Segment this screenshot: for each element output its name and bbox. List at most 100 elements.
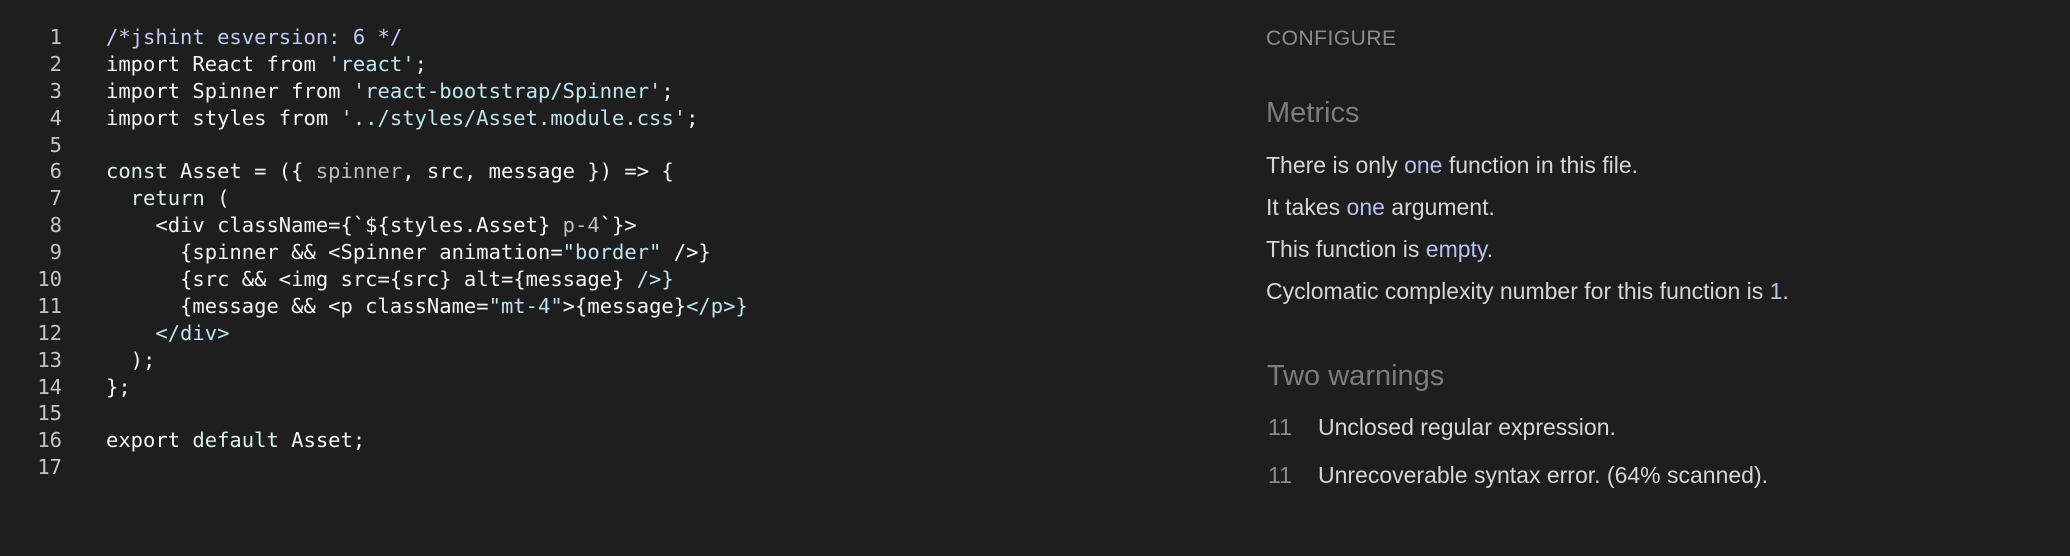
metric-text: .	[1486, 236, 1494, 262]
code-text: const Asset = ({ spinner, src, message }…	[106, 158, 674, 185]
code-editor[interactable]: 1 /*jshint esversion: 6 */ 2 import React f…	[0, 0, 1230, 556]
line-number: 9	[49, 240, 62, 265]
metric-text: Cyclomatic complexity number for this fu…	[1266, 278, 1770, 304]
code-line[interactable]: 1 /*jshint esversion: 6 */	[0, 24, 1230, 51]
code-line[interactable]: 12 </div>	[0, 320, 1230, 347]
code-text: import Spinner from 'react-bootstrap/Spi…	[106, 78, 674, 105]
line-number: 8	[49, 213, 62, 238]
code-line[interactable]: 2 import React from 'react';	[0, 51, 1230, 78]
line-number: 12	[37, 320, 62, 345]
code-token: /*jshint esversion: 6 */	[106, 25, 403, 49]
metric-text: It takes	[1266, 194, 1347, 220]
code-line[interactable]: 10 {src && <img src={src} alt={message} …	[0, 266, 1230, 293]
configure-link[interactable]: CONFIGURE	[1266, 27, 1397, 51]
code-token: );	[106, 347, 156, 372]
code-line[interactable]: 14};	[0, 374, 1230, 401]
metric-value: empty	[1425, 236, 1487, 262]
code-token: (	[204, 186, 230, 211]
code-token: {spinner && <Spinner animation=	[106, 240, 563, 265]
code-text: <div className={`${styles.Asset} p-4`}>	[106, 212, 637, 239]
warning-item[interactable]: 11 Unclosed regular expression.	[1268, 414, 1616, 441]
code-token: "border"	[562, 240, 662, 265]
line-number: 16	[37, 428, 62, 453]
code-token: spinner	[315, 159, 403, 184]
line-number: 17	[37, 455, 62, 480]
line-number: 15	[37, 401, 62, 426]
code-token: Asset;	[278, 428, 366, 453]
metric-cyclomatic-complexity: Cyclomatic complexity number for this fu…	[1266, 278, 1789, 305]
code-text: import styles from '../styles/Asset.modu…	[106, 105, 698, 132]
code-line[interactable]: 6 const Asset = ({ spinner, src, message …	[0, 158, 1230, 185]
code-token: ;	[686, 105, 699, 130]
code-token: `}>	[599, 213, 637, 238]
metric-text: This function is	[1266, 236, 1426, 262]
code-text: };	[106, 374, 131, 401]
code-token: const	[106, 159, 168, 184]
code-line[interactable]: 3 import Spinner from 'react-bootstrap/Sp…	[0, 78, 1230, 105]
warning-message: Unclosed regular expression.	[1318, 414, 1616, 440]
code-line[interactable]: 7 return (	[0, 185, 1230, 212]
warning-message: Unrecoverable syntax error. (64% scanned…	[1318, 462, 1768, 488]
code-token: "mt-4"	[488, 293, 563, 318]
code-line[interactable]: 4 import styles from '../styles/Asset.mod…	[0, 105, 1230, 132]
metric-text: function in this file.	[1442, 152, 1639, 178]
code-token: </div>	[106, 320, 230, 345]
code-token: {message && <p className=	[106, 293, 489, 318]
code-token: import styles from	[106, 105, 341, 130]
code-lines: 1 /*jshint esversion: 6 */ 2 import React f…	[0, 24, 1230, 481]
code-token: ;	[414, 51, 427, 76]
metric-value: 1	[1769, 278, 1783, 304]
code-text: import React from 'react';	[106, 51, 427, 78]
code-text: </div>	[106, 320, 229, 347]
line-number: 7	[49, 186, 62, 211]
code-token: 'react'	[328, 51, 415, 76]
code-text: export default Asset;	[106, 427, 365, 454]
line-number: 11	[37, 293, 62, 318]
warnings-heading: Two warnings	[1267, 360, 1445, 392]
code-text: {spinner && <Spinner animation="border" …	[106, 239, 711, 266]
code-text: {src && <img src={src} alt={message} />}	[106, 266, 674, 293]
jshint-results-panel: CONFIGURE Metrics There is only one func…	[1266, 0, 2056, 556]
code-token: />}	[636, 267, 674, 292]
code-token: };	[106, 374, 131, 399]
line-number: 10	[37, 267, 62, 292]
code-token: '../styles/Asset.module.css'	[340, 105, 687, 130]
code-line[interactable]: 13 );	[0, 347, 1230, 374]
line-number: 1	[49, 25, 62, 49]
code-token: import Spinner from	[106, 78, 353, 103]
code-text: /*jshint esversion: 6 */	[106, 24, 402, 51]
metrics-heading: Metrics	[1266, 97, 1360, 129]
code-token: ;	[661, 78, 674, 103]
code-line[interactable]: 17	[0, 454, 1230, 481]
line-number: 2	[49, 51, 62, 76]
code-line[interactable]: 11 {message && <p className="mt-4">{mess…	[0, 293, 1230, 320]
code-line[interactable]: 5	[0, 132, 1230, 159]
code-line[interactable]: 15	[0, 400, 1230, 427]
code-line[interactable]: 9 {spinner && <Spinner animation="border…	[0, 239, 1230, 266]
code-token: , src, message }) => {	[402, 159, 674, 184]
code-text: );	[106, 347, 156, 374]
metric-text: There is only	[1266, 152, 1405, 178]
metric-text: .	[1782, 278, 1789, 304]
metric-empty-function: This function is empty.	[1266, 236, 1493, 263]
metric-function-count: There is only one function in this file.	[1266, 152, 1638, 179]
code-text: {message && <p className="mt-4">{message…	[106, 293, 748, 320]
line-number: 14	[37, 374, 62, 399]
code-token: Asset = ({	[167, 159, 316, 184]
metric-value: one	[1404, 152, 1443, 178]
code-line[interactable]: 8 <div className={`${styles.Asset} p-4`}…	[0, 212, 1230, 239]
code-token: </p>}	[686, 293, 748, 318]
line-number: 13	[37, 347, 62, 372]
warning-item[interactable]: 11 Unrecoverable syntax error. (64% scann…	[1268, 462, 1768, 489]
code-token: return	[106, 186, 205, 211]
code-token: {src && <img src={src} alt={message}	[106, 267, 637, 292]
line-number: 6	[49, 159, 62, 184]
code-line[interactable]: 16 export default Asset;	[0, 427, 1230, 454]
code-token: p-4	[562, 213, 600, 238]
warning-line-number[interactable]: 11	[1268, 462, 1318, 489]
warning-line-number[interactable]: 11	[1268, 414, 1318, 441]
code-token: default	[180, 428, 279, 453]
metric-value: one	[1346, 194, 1385, 220]
line-number: 3	[49, 78, 62, 103]
code-token: export	[106, 428, 181, 453]
